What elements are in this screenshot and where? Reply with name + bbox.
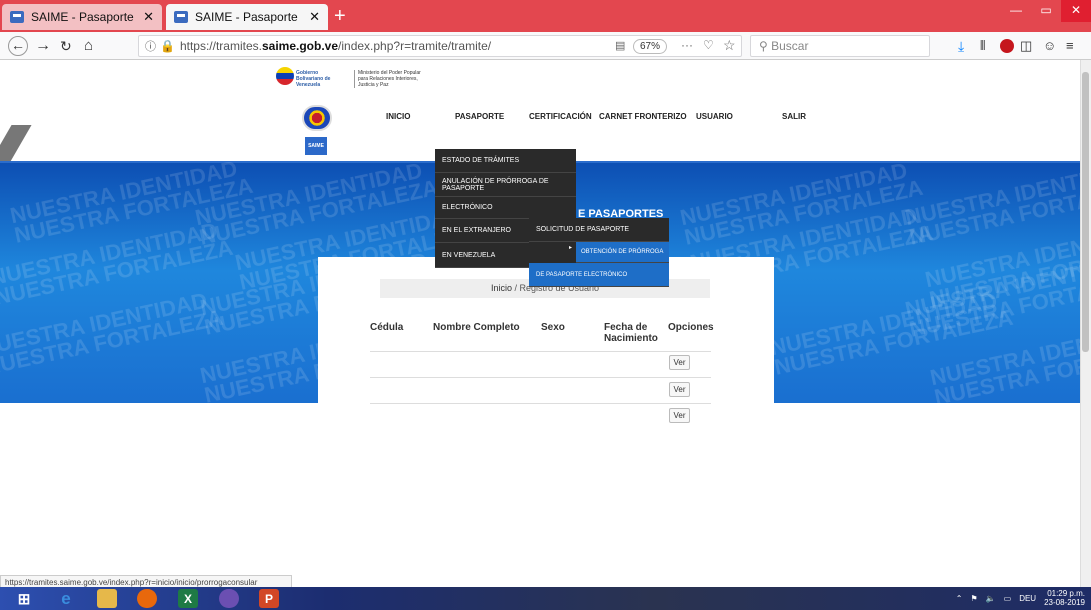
view-button[interactable]: Ver bbox=[669, 408, 690, 423]
gov-title: Gobierno Bolivariano de Venezuela Minist… bbox=[296, 70, 421, 88]
gov-logo bbox=[276, 67, 294, 85]
view-button[interactable]: Ver bbox=[669, 355, 690, 370]
reload-icon[interactable]: ↻ bbox=[60, 36, 72, 56]
submenu-item-solicitud-pasaporte[interactable]: SOLICITUD DE PASAPORTE bbox=[529, 218, 669, 242]
tray-chevron-icon[interactable]: ⌃ bbox=[956, 594, 963, 603]
col-header-fecha: Fecha de Nacimiento bbox=[604, 322, 658, 344]
app-icon[interactable] bbox=[219, 589, 239, 608]
flag-icon[interactable]: ⚑ bbox=[970, 594, 977, 603]
tab-title: SAIME - Pasaporte bbox=[31, 10, 134, 24]
close-tab-icon[interactable]: ✕ bbox=[143, 9, 154, 25]
reader-view-icon[interactable]: ▤ bbox=[615, 39, 625, 52]
volume-icon[interactable]: 🔈 bbox=[986, 594, 996, 603]
bookmark-star-icon[interactable]: ☆ bbox=[723, 37, 736, 54]
adblock-icon[interactable] bbox=[1000, 39, 1014, 53]
url-prefix: https://tramites. bbox=[179, 39, 262, 53]
gov-title-text: Gobierno Bolivariano de Venezuela bbox=[296, 70, 331, 88]
coat-of-arms-icon bbox=[302, 105, 332, 131]
browser-tab-bar bbox=[0, 0, 1091, 32]
browser-nav-bar: ← → ↻ ⌂ ⓘ 🔒 https://tramites. saime.gob.v… bbox=[0, 32, 1091, 60]
window-controls: — ▭ ✕ bbox=[1001, 0, 1091, 22]
browser-tab[interactable]: SAIME - Pasaporte ✕ bbox=[2, 4, 162, 30]
powerpoint-icon[interactable]: P bbox=[259, 589, 279, 608]
downloads-icon[interactable]: ⤓ bbox=[958, 36, 964, 56]
clock-date: 23-08-2019 bbox=[1044, 598, 1085, 607]
menu-item-estado-tramites[interactable]: ESTADO DE TRÁMITES bbox=[435, 149, 576, 173]
submenu-item-pasaporte-electronico[interactable]: DE PASAPORTE ELECTRÓNICO bbox=[529, 263, 669, 287]
page-actions-icon[interactable]: ··· bbox=[681, 38, 693, 52]
network-icon[interactable]: ▭ bbox=[1004, 594, 1012, 603]
saime-favicon-icon bbox=[10, 11, 24, 23]
nav-inicio[interactable]: INICIO bbox=[386, 112, 410, 121]
forward-icon[interactable]: → bbox=[35, 36, 51, 56]
edge-icon[interactable]: e bbox=[56, 589, 76, 608]
back-icon[interactable]: ← bbox=[8, 36, 28, 56]
excel-icon[interactable]: X bbox=[178, 589, 198, 608]
scrollbar-thumb[interactable] bbox=[1082, 72, 1089, 352]
maximize-icon[interactable]: ▭ bbox=[1031, 0, 1061, 22]
menu-item-anulacion-prorroga[interactable]: ANULACIÓN DE PRÓRROGA DE PASAPORTE bbox=[435, 173, 576, 197]
table-divider bbox=[370, 377, 711, 378]
decorative-stripe bbox=[0, 125, 32, 165]
col-header-opciones: Opciones bbox=[668, 322, 714, 333]
clock-time: 01:29 p.m. bbox=[1047, 589, 1085, 598]
menu-item-en-el-extranjero[interactable]: EN EL EXTRANJERO bbox=[435, 219, 529, 243]
pocket-icon[interactable]: ♡ bbox=[703, 38, 714, 52]
col-header-sexo: Sexo bbox=[541, 322, 565, 333]
url-path: /index.php?r=tramite/tramite/ bbox=[338, 39, 492, 53]
saime-logo: SAIME bbox=[305, 137, 327, 155]
windows-start-icon[interactable]: ⊞ bbox=[14, 589, 34, 608]
ministry-text: Ministerio del Poder Popular para Relaci… bbox=[354, 70, 424, 88]
submenu-item-obtencion-prorroga[interactable]: OBTENCIÓN DE PRÓRROGA bbox=[576, 242, 669, 263]
breadcrumb-home[interactable]: Inicio bbox=[491, 283, 512, 293]
library-icon[interactable]: ⫴ bbox=[980, 36, 985, 56]
menu-icon[interactable]: ≡ bbox=[1066, 36, 1074, 56]
nav-certificacion[interactable]: CERTIFICACIÓN bbox=[529, 112, 592, 121]
minimize-icon[interactable]: — bbox=[1001, 0, 1031, 22]
zoom-indicator[interactable]: 67% bbox=[633, 39, 667, 54]
taskbar bbox=[0, 587, 1091, 610]
url-domain: saime.gob.ve bbox=[261, 39, 339, 53]
nav-salir[interactable]: SALIR bbox=[782, 112, 806, 121]
new-tab-button[interactable]: + bbox=[334, 6, 346, 26]
language-indicator[interactable]: DEU bbox=[1019, 594, 1036, 603]
menu-item-en-venezuela[interactable]: EN VENEZUELA bbox=[435, 243, 529, 268]
home-icon[interactable]: ⌂ bbox=[84, 36, 93, 56]
table-divider bbox=[370, 403, 711, 404]
search-input[interactable]: ⚲ Buscar bbox=[750, 35, 930, 57]
view-button[interactable]: Ver bbox=[669, 382, 690, 397]
file-explorer-icon[interactable] bbox=[97, 589, 117, 608]
submenu-arrow-icon: ▸ bbox=[569, 245, 573, 251]
info-icon[interactable]: ⓘ bbox=[145, 38, 156, 54]
menu-item-electronico[interactable]: ELECTRÓNICO bbox=[435, 197, 576, 219]
url-bar[interactable]: ⓘ 🔒 https://tramites. saime.gob.ve/index.… bbox=[138, 35, 742, 57]
saime-favicon-icon bbox=[174, 11, 188, 23]
system-tray: ⌃ ⚑ 🔈 ▭ DEU 01:29 p.m. 23-08-2019 bbox=[956, 589, 1085, 607]
nav-carnet-fronterizo[interactable]: CARNET FRONTERIZO bbox=[599, 112, 687, 121]
lock-icon: 🔒 bbox=[160, 39, 175, 53]
close-tab-icon[interactable]: ✕ bbox=[309, 9, 320, 25]
nav-pasaporte[interactable]: PASAPORTE bbox=[455, 112, 504, 121]
nav-usuario[interactable]: USUARIO bbox=[696, 112, 733, 121]
search-icon: ⚲ bbox=[759, 39, 772, 53]
extension-icon[interactable]: ☺ bbox=[1043, 36, 1056, 56]
browser-tab-active[interactable]: SAIME - Pasaporte ✕ bbox=[166, 4, 328, 30]
col-header-nombre: Nombre Completo bbox=[433, 322, 520, 333]
close-window-icon[interactable]: ✕ bbox=[1061, 0, 1091, 22]
tab-title: SAIME - Pasaporte bbox=[195, 10, 298, 24]
table-divider bbox=[370, 351, 711, 352]
firefox-icon[interactable] bbox=[137, 589, 157, 608]
clock[interactable]: 01:29 p.m. 23-08-2019 bbox=[1044, 589, 1085, 607]
breadcrumb-separator: / bbox=[514, 283, 517, 293]
sidebar-icon[interactable]: ◫ bbox=[1020, 36, 1032, 56]
search-placeholder: Buscar bbox=[771, 39, 809, 53]
col-header-cedula: Cédula bbox=[370, 322, 404, 333]
